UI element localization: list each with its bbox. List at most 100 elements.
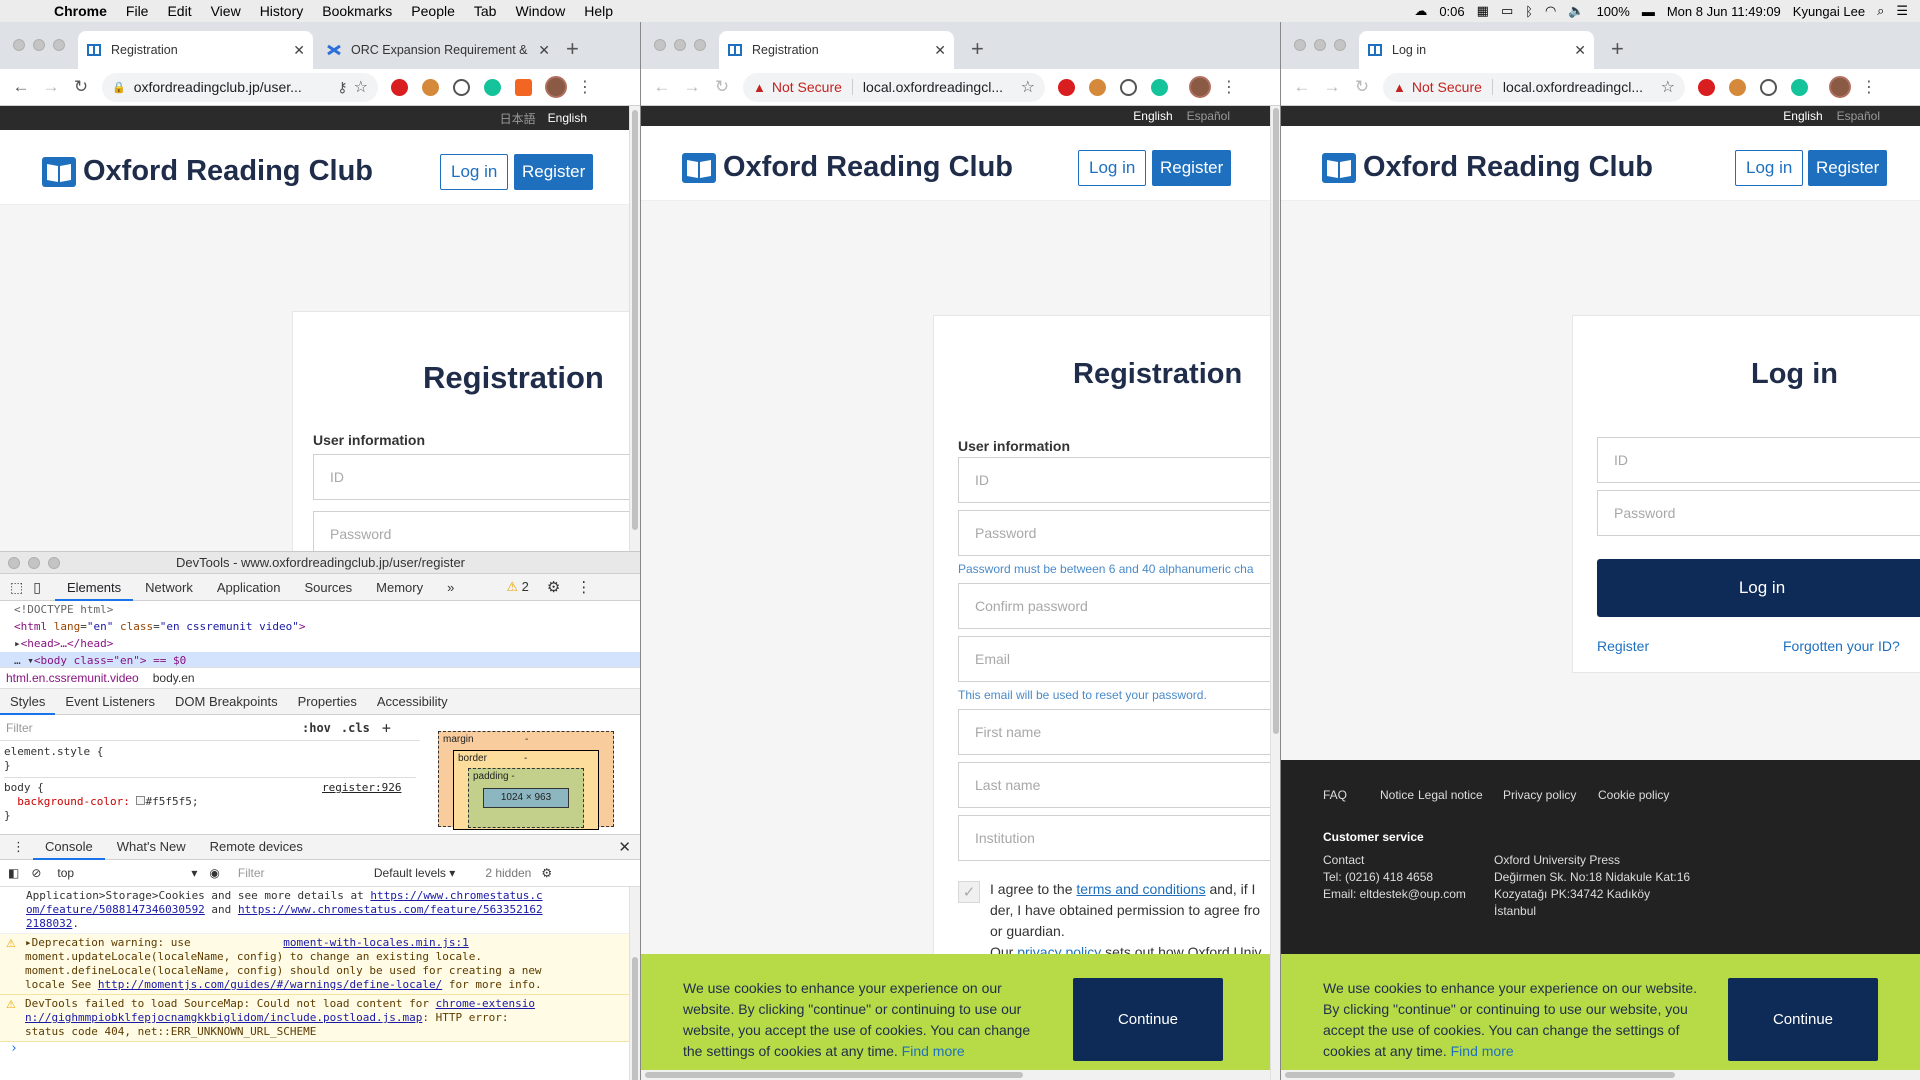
clock[interactable]: Mon 8 Jun 11:49:09	[1667, 4, 1781, 19]
scrollbar-thumb[interactable]	[1273, 108, 1279, 734]
header-login-button[interactable]: Log in	[440, 154, 509, 190]
close-window-button[interactable]	[654, 39, 666, 51]
forgot-id-link[interactable]: Forgotten your ID?	[1783, 638, 1900, 654]
adblock-extension-icon[interactable]	[391, 78, 408, 96]
extension-icon[interactable]	[1120, 78, 1137, 96]
console-prompt[interactable]: ›	[0, 1042, 630, 1056]
console-warning[interactable]: ⚠ DevTools failed to load SourceMap: Coul…	[0, 995, 630, 1042]
menu-edit[interactable]: Edit	[167, 3, 191, 19]
site-logo[interactable]: Oxford Reading Club	[682, 151, 1013, 184]
close-tab-icon[interactable]: ✕	[538, 42, 550, 59]
header-register-button[interactable]: Register	[1152, 150, 1232, 186]
menu-file[interactable]: File	[126, 3, 149, 19]
header-login-button[interactable]: Log in	[1735, 150, 1804, 186]
first-name-input[interactable]: First name	[958, 709, 1270, 755]
tab-orc-expansion[interactable]: ORC Expansion Requirement & ✕	[318, 31, 558, 69]
console-filter-input[interactable]: Filter	[238, 866, 368, 880]
cookie-continue-button[interactable]: Continue	[1073, 978, 1223, 1061]
bookmark-star-icon[interactable]: ☆	[354, 77, 368, 97]
tab-log-in[interactable]: Log in ✕	[1359, 31, 1594, 69]
password-input[interactable]: Password	[958, 510, 1270, 556]
warning-triangle-icon[interactable]: ▲	[753, 80, 766, 95]
extension-icon[interactable]	[453, 78, 470, 96]
battery-readout[interactable]: 100%	[1597, 4, 1630, 19]
close-drawer-icon[interactable]: ✕	[618, 838, 631, 856]
close-window-button[interactable]	[1294, 39, 1306, 51]
cloud-icon[interactable]: ☁	[1414, 3, 1427, 19]
bookmark-star-icon[interactable]: ☆	[1661, 77, 1675, 97]
close-tab-icon[interactable]: ✕	[934, 42, 946, 59]
grammarly-extension-icon[interactable]	[1151, 78, 1168, 96]
chrome-menu-icon[interactable]: ⋮	[1221, 77, 1237, 97]
back-icon[interactable]: ←	[1287, 77, 1317, 97]
grid-icon[interactable]: ▦	[1477, 3, 1489, 19]
footer-link-privacy[interactable]: Privacy policy	[1503, 788, 1576, 802]
back-icon[interactable]: ←	[647, 77, 677, 97]
cookie-extension-icon[interactable]	[1729, 78, 1746, 96]
grammarly-extension-icon[interactable]	[1791, 78, 1808, 96]
box-model-content[interactable]: 1024 × 963	[483, 788, 569, 808]
subtab-dom-breakpoints[interactable]: DOM Breakpoints	[165, 689, 288, 715]
context-selector[interactable]: top ▾	[57, 866, 197, 880]
wifi-icon[interactable]: ◠	[1545, 3, 1556, 19]
horizontal-scrollbar[interactable]	[1281, 1070, 1920, 1080]
dom-tree[interactable]: <!DOCTYPE html> <html lang="en" class="e…	[0, 601, 640, 669]
crumb-body[interactable]: body.en	[153, 671, 195, 685]
user-name[interactable]: Kyungai Lee	[1793, 4, 1865, 19]
lock-icon[interactable]: 🔒	[112, 81, 126, 94]
dom-html-node[interactable]: <html lang="en" class="en cssremunit vid…	[14, 618, 640, 635]
styles-filter-input[interactable]: Filter	[4, 718, 292, 738]
console-scrollbar[interactable]	[629, 887, 640, 1080]
terms-link[interactable]: terms and conditions	[1076, 881, 1205, 897]
header-register-button[interactable]: Register	[1808, 150, 1888, 186]
id-input[interactable]: ID	[313, 454, 629, 500]
back-icon[interactable]: ←	[6, 77, 36, 97]
reload-icon[interactable]: ↻	[707, 77, 737, 97]
scrollbar-thumb[interactable]	[1285, 1072, 1675, 1078]
subtab-accessibility[interactable]: Accessibility	[367, 689, 458, 715]
site-logo[interactable]: Oxford Reading Club	[42, 155, 373, 188]
more-tabs-button[interactable]: »	[435, 574, 466, 601]
confirm-password-input[interactable]: Confirm password	[958, 583, 1270, 629]
close-window-button[interactable]	[13, 39, 25, 51]
page-scrollbar[interactable]	[1270, 106, 1280, 1080]
device-toolbar-icon[interactable]: ▯	[33, 579, 41, 596]
body-style-rule[interactable]: body {register:926 background-color: #f5…	[4, 777, 416, 823]
reload-icon[interactable]: ↻	[66, 77, 96, 97]
menu-view[interactable]: View	[211, 3, 241, 19]
minimize-window-button[interactable]	[1314, 39, 1326, 51]
clear-console-icon[interactable]: ⊘	[31, 866, 41, 880]
orange-extension-icon[interactable]	[515, 78, 532, 96]
zoom-window-button[interactable]	[48, 557, 60, 569]
tab-console[interactable]: Console	[33, 834, 105, 860]
lang-english-link[interactable]: English	[1783, 109, 1822, 123]
close-window-button[interactable]	[8, 557, 20, 569]
zoom-window-button[interactable]	[1334, 39, 1346, 51]
register-link[interactable]: Register	[1597, 638, 1649, 654]
new-rule-icon[interactable]: +	[382, 719, 391, 737]
contact-email[interactable]: Email: eltdestek@oup.com	[1323, 887, 1466, 901]
id-input[interactable]: ID	[1597, 437, 1920, 483]
footer-link-faq[interactable]: FAQ	[1323, 788, 1347, 802]
drawer-menu-icon[interactable]: ⋮	[12, 839, 25, 855]
close-tab-icon[interactable]: ✕	[1574, 42, 1586, 59]
profile-avatar[interactable]	[545, 76, 567, 98]
msg-link[interactable]: chrome-extensio	[436, 997, 535, 1010]
console-warning[interactable]: ⚠ ▸Deprecation warning: use moment-with-l…	[0, 934, 630, 995]
footer-link-legal[interactable]: Legal notice	[1418, 788, 1483, 802]
log-levels-dropdown[interactable]: Default levels ▾	[374, 866, 455, 880]
footer-link-cookie[interactable]: Cookie policy	[1598, 788, 1669, 802]
new-tab-button[interactable]: +	[566, 36, 579, 62]
lang-spanish-link[interactable]: Español	[1187, 109, 1230, 123]
omnibox[interactable]: ▲ Not Secure local.oxfordreadingcl... ☆	[1383, 72, 1685, 102]
adblock-extension-icon[interactable]	[1698, 78, 1715, 96]
cookie-continue-button[interactable]: Continue	[1728, 978, 1878, 1061]
minimize-window-button[interactable]	[674, 39, 686, 51]
extension-icon[interactable]	[1760, 78, 1777, 96]
lang-english-link[interactable]: English	[1133, 109, 1172, 123]
header-login-button[interactable]: Log in	[1078, 150, 1147, 186]
email-input[interactable]: Email	[958, 636, 1270, 682]
header-register-button[interactable]: Register	[514, 154, 594, 190]
flag-icon[interactable]: ▬	[1642, 4, 1655, 19]
tab-application[interactable]: Application	[205, 574, 293, 601]
